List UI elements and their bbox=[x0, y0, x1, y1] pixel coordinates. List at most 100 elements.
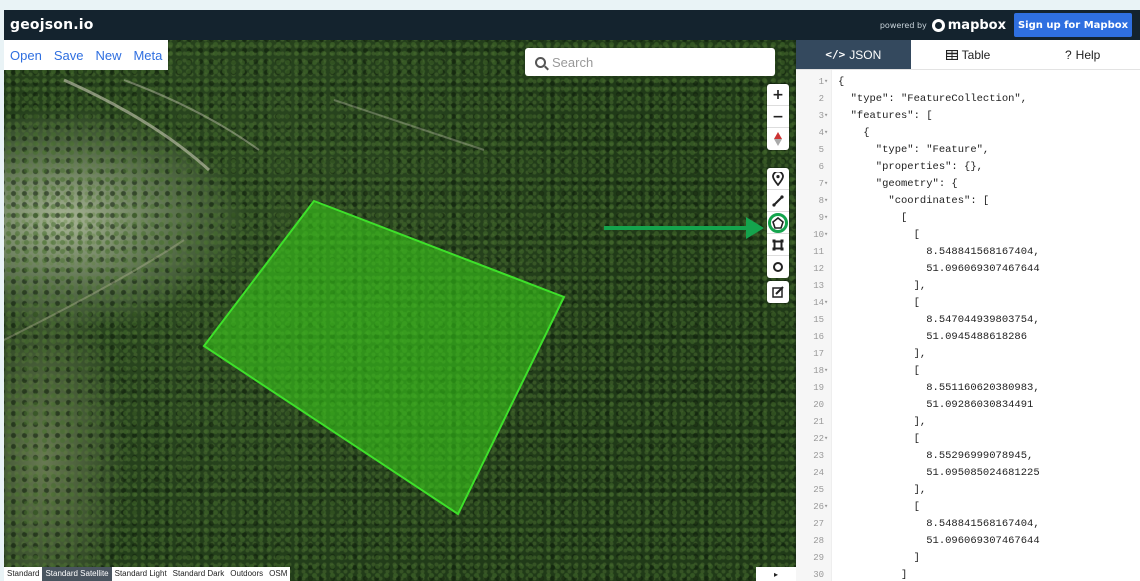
code-line[interactable]: 17 ], bbox=[796, 346, 1140, 363]
code-text: 8.548841568167404, bbox=[838, 518, 1040, 530]
code-line[interactable]: 16 51.0945488618286 bbox=[796, 329, 1140, 346]
code-line[interactable]: 11 8.548841568167404, bbox=[796, 244, 1140, 261]
tab-help[interactable]: ? Help bbox=[1025, 40, 1140, 69]
draw-marker-button[interactable] bbox=[767, 168, 789, 190]
fold-arrow-icon[interactable]: ▾ bbox=[824, 431, 828, 448]
signup-button[interactable]: Sign up for Mapbox bbox=[1014, 13, 1132, 37]
tab-help-label: Help bbox=[1075, 47, 1101, 62]
code-text: { bbox=[838, 76, 845, 88]
code-text: [ bbox=[838, 365, 920, 377]
code-text: ], bbox=[838, 484, 927, 496]
menu-meta[interactable]: Meta bbox=[133, 48, 162, 63]
compass-icon bbox=[774, 132, 782, 146]
edit-button[interactable] bbox=[767, 281, 789, 303]
track-line bbox=[4, 239, 185, 341]
code-line[interactable]: 18 ▾ [ bbox=[796, 363, 1140, 380]
code-line[interactable]: 19 8.551160620380983, bbox=[796, 380, 1140, 397]
code-text: 8.551160620380983, bbox=[838, 382, 1040, 394]
search-input[interactable] bbox=[552, 54, 752, 70]
code-line[interactable]: 12 51.096069307467644 bbox=[796, 261, 1140, 278]
code-line[interactable]: 10 ▾ [ bbox=[796, 227, 1140, 244]
tab-table[interactable]: Table bbox=[911, 40, 1026, 69]
fold-arrow-icon[interactable]: ▾ bbox=[824, 176, 828, 193]
code-line[interactable]: 2 "type": "FeatureCollection", bbox=[796, 91, 1140, 108]
line-number: 29 bbox=[813, 553, 824, 563]
zoom-in-button[interactable]: + bbox=[767, 84, 789, 106]
fold-arrow-icon[interactable]: ▾ bbox=[824, 74, 828, 91]
fold-arrow-icon[interactable]: ▾ bbox=[824, 125, 828, 142]
menu-save[interactable]: Save bbox=[54, 48, 84, 63]
code-line[interactable]: 6 "properties": {}, bbox=[796, 159, 1140, 176]
code-line[interactable]: 5 "type": "Feature", bbox=[796, 142, 1140, 159]
code-text: "features": [ bbox=[838, 110, 933, 122]
fold-arrow-icon[interactable]: ▾ bbox=[824, 363, 828, 380]
fold-arrow-icon[interactable]: ▾ bbox=[824, 499, 828, 516]
code-text: ], bbox=[838, 348, 927, 360]
drawn-polygon[interactable] bbox=[202, 199, 566, 516]
code-line[interactable]: 15 8.547044939803754, bbox=[796, 312, 1140, 329]
search-icon bbox=[535, 56, 546, 68]
code-line[interactable]: 29 ] bbox=[796, 550, 1140, 567]
code-line[interactable]: 20 51.09286030834491 bbox=[796, 397, 1140, 414]
code-line[interactable]: 24 51.095085024681225 bbox=[796, 465, 1140, 482]
compass-button[interactable] bbox=[767, 128, 789, 150]
line-number: 1 bbox=[818, 77, 824, 87]
code-line[interactable]: 25 ], bbox=[796, 482, 1140, 499]
code-text: 8.55296999078945, bbox=[838, 450, 1034, 462]
draw-line-button[interactable] bbox=[767, 190, 789, 212]
code-line[interactable]: 4 ▾ { bbox=[796, 125, 1140, 142]
code-text: "properties": {}, bbox=[838, 161, 983, 173]
panel-tabs: </> JSON Table ? Help bbox=[796, 40, 1140, 70]
style-standard[interactable]: Standard bbox=[4, 567, 42, 581]
tab-json[interactable]: </> JSON bbox=[796, 40, 911, 69]
style-standard-light[interactable]: Standard Light bbox=[112, 567, 170, 581]
table-icon bbox=[945, 49, 958, 60]
code-line[interactable]: 1 ▾ { bbox=[796, 74, 1140, 91]
style-osm[interactable]: OSM bbox=[266, 567, 290, 581]
fold-arrow-icon[interactable]: ▾ bbox=[824, 108, 828, 125]
code-line[interactable]: 9 ▾ [ bbox=[796, 210, 1140, 227]
code-text: "coordinates": [ bbox=[838, 195, 990, 207]
line-number: 15 bbox=[813, 315, 824, 325]
code-line[interactable]: 26 ▾ [ bbox=[796, 499, 1140, 516]
code-line[interactable]: 23 8.55296999078945, bbox=[796, 448, 1140, 465]
fold-arrow-icon[interactable]: ▾ bbox=[824, 210, 828, 227]
track-line bbox=[123, 79, 260, 151]
tab-json-label: JSON bbox=[849, 47, 882, 62]
zoom-out-button[interactable]: − bbox=[767, 106, 789, 128]
style-outdoors[interactable]: Outdoors bbox=[227, 567, 266, 581]
code-line[interactable]: 13 ], bbox=[796, 278, 1140, 295]
draw-rectangle-button[interactable] bbox=[767, 234, 789, 256]
code-line[interactable]: 30 ] bbox=[796, 567, 1140, 581]
fold-arrow-icon[interactable]: ▾ bbox=[824, 227, 828, 244]
mapbox-logo[interactable]: mapbox bbox=[931, 18, 1006, 33]
line-number: 25 bbox=[813, 485, 824, 495]
edit-icon bbox=[772, 286, 784, 298]
style-standard-satellite[interactable]: Standard Satellite bbox=[42, 567, 112, 581]
fold-arrow-icon[interactable]: ▾ bbox=[824, 295, 828, 312]
code-line[interactable]: 21 ], bbox=[796, 414, 1140, 431]
map-style-switcher: Standard Standard Satellite Standard Lig… bbox=[4, 567, 291, 581]
json-editor[interactable]: 1 ▾{2 "type": "FeatureCollection", 3 ▾ "fea… bbox=[796, 70, 1140, 581]
draw-circle-button[interactable] bbox=[767, 256, 789, 278]
menu-open[interactable]: Open bbox=[10, 48, 42, 63]
draw-polygon-button[interactable] bbox=[767, 212, 789, 234]
code-line[interactable]: 27 8.548841568167404, bbox=[796, 516, 1140, 533]
map[interactable]: Open Save New Meta + − bbox=[4, 40, 796, 581]
menu-new[interactable]: New bbox=[95, 48, 121, 63]
code-text: ] bbox=[838, 569, 908, 581]
code-text: "type": "Feature", bbox=[838, 144, 990, 156]
code-line[interactable]: 3 ▾ "features": [ bbox=[796, 108, 1140, 125]
code-line[interactable]: 22 ▾ [ bbox=[796, 431, 1140, 448]
brand-logo[interactable]: geojson.io bbox=[10, 17, 94, 33]
edit-toolbar bbox=[767, 281, 789, 303]
collapse-panel-button[interactable]: ▸ bbox=[756, 567, 796, 581]
code-line[interactable]: 14 ▾ [ bbox=[796, 295, 1140, 312]
style-standard-dark[interactable]: Standard Dark bbox=[170, 567, 228, 581]
code-line[interactable]: 7 ▾ "geometry": { bbox=[796, 176, 1140, 193]
code-line[interactable]: 28 51.096069307467644 bbox=[796, 533, 1140, 550]
fold-arrow-icon[interactable]: ▾ bbox=[824, 193, 828, 210]
line-number: 14 bbox=[813, 298, 824, 308]
code-line[interactable]: 8 ▾ "coordinates": [ bbox=[796, 193, 1140, 210]
draw-toolbar bbox=[767, 168, 789, 278]
